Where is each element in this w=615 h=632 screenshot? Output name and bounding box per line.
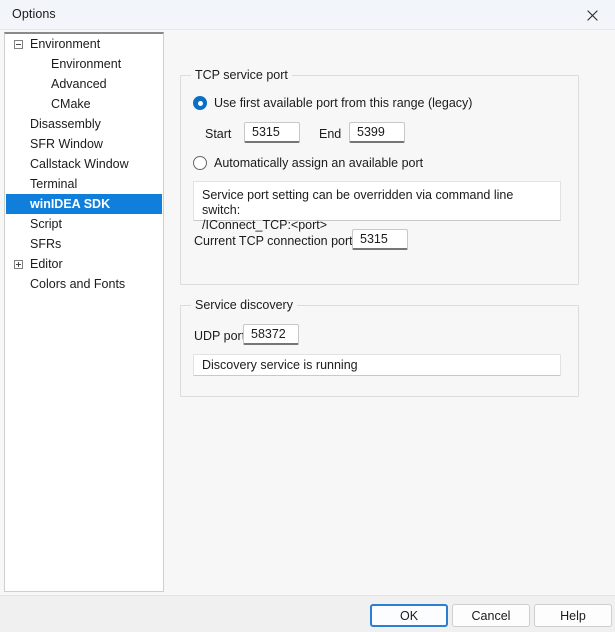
- close-icon: [586, 9, 598, 21]
- sidebar-item-label: SFRs: [30, 237, 62, 251]
- close-button[interactable]: [569, 0, 615, 30]
- sidebar-item-environment[interactable]: Environment: [5, 54, 163, 74]
- sidebar-item-sfr-window[interactable]: SFR Window: [5, 134, 163, 154]
- sidebar-item-advanced[interactable]: Advanced: [5, 74, 163, 94]
- expand-icon[interactable]: [14, 260, 23, 269]
- sidebar-item-environment[interactable]: Environment: [5, 34, 163, 54]
- radio-label-legacy: Use first available port from this range…: [214, 96, 473, 110]
- radio-auto-assign-port[interactable]: Automatically assign an available port: [193, 156, 423, 170]
- end-port-input[interactable]: 5399: [349, 122, 405, 143]
- sidebar-item-label: Environment: [51, 57, 122, 71]
- sidebar-item-label: Editor: [30, 257, 63, 271]
- sidebar-item-editor[interactable]: Editor: [5, 254, 163, 274]
- start-port-label: Start: [205, 127, 232, 141]
- sidebar-item-disassembly[interactable]: Disassembly: [5, 114, 163, 134]
- ok-button[interactable]: OK: [370, 604, 448, 627]
- sidebar-item-sfrs[interactable]: SFRs: [5, 234, 163, 254]
- service-discovery-group: Service discovery UDP port 58372 Discove…: [180, 298, 579, 397]
- dialog-body: Environment Environment Advanced CMake Disas…: [0, 30, 615, 595]
- sidebar-item-winidea-sdk[interactable]: winIDEA SDK: [6, 194, 162, 214]
- current-tcp-port-input[interactable]: 5315: [352, 229, 408, 250]
- sidebar-item-script[interactable]: Script: [5, 214, 163, 234]
- start-port-input[interactable]: 5315: [244, 122, 300, 143]
- sidebar-item-label: winIDEA SDK: [30, 197, 111, 211]
- cancel-button[interactable]: Cancel: [452, 604, 530, 627]
- sidebar-item-label: SFR Window: [30, 137, 103, 151]
- sidebar-item-terminal[interactable]: Terminal: [5, 174, 163, 194]
- sidebar-item-label: Terminal: [30, 177, 78, 191]
- options-tree[interactable]: Environment Environment Advanced CMake Disas…: [4, 32, 164, 592]
- sidebar-item-callstack-window[interactable]: Callstack Window: [5, 154, 163, 174]
- collapse-icon[interactable]: [14, 40, 23, 49]
- radio-label-auto: Automatically assign an available port: [214, 156, 424, 170]
- title-bar: Options: [0, 0, 615, 30]
- sidebar-item-label: Environment: [30, 37, 101, 51]
- window-title: Options: [12, 7, 56, 21]
- radio-indicator-legacy: [193, 96, 207, 110]
- discovery-status-text: Discovery service is running: [193, 354, 561, 376]
- help-button[interactable]: Help: [534, 604, 612, 627]
- tcp-service-port-group: TCP service port Use first available por…: [180, 68, 579, 285]
- radio-use-first-available-port[interactable]: Use first available port from this range…: [193, 96, 472, 110]
- udp-port-input[interactable]: 58372: [243, 324, 299, 345]
- sidebar-item-cmake[interactable]: CMake: [5, 94, 163, 114]
- radio-indicator-auto: [193, 156, 207, 170]
- settings-pane: TCP service port Use first available por…: [168, 30, 615, 595]
- sidebar-item-label: Script: [30, 217, 62, 231]
- sidebar-item-label: Disassembly: [30, 117, 101, 131]
- service-discovery-group-title: Service discovery: [191, 298, 297, 312]
- sidebar-item-label: Advanced: [51, 77, 107, 91]
- sidebar-item-colors-and-fonts[interactable]: Colors and Fonts: [5, 274, 163, 294]
- command-line-switch-info: Service port setting can be overridden v…: [193, 181, 561, 232]
- udp-port-label: UDP port: [194, 329, 246, 343]
- sidebar-item-label: Colors and Fonts: [30, 277, 126, 291]
- sidebar-item-label: CMake: [51, 97, 91, 111]
- dialog-footer: OK Cancel Help: [0, 595, 615, 632]
- tcp-service-port-group-title: TCP service port: [191, 68, 292, 82]
- end-port-label: End: [319, 127, 342, 141]
- current-tcp-port-label: Current TCP connection port: [194, 234, 353, 248]
- sidebar-item-label: Callstack Window: [30, 157, 129, 171]
